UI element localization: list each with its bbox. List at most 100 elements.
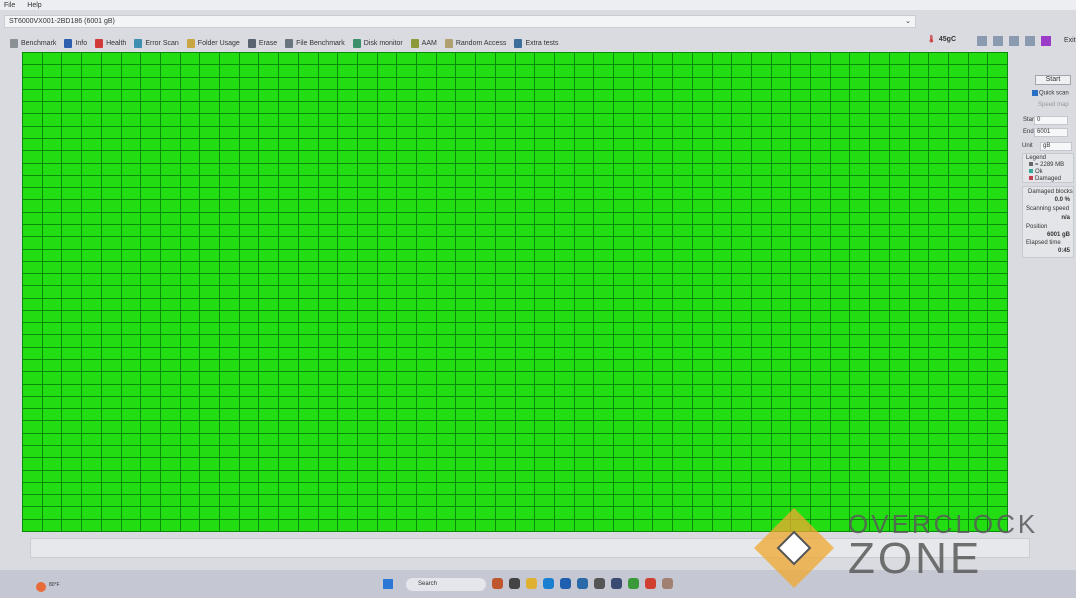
scan-block [751,175,771,188]
tab-error-scan[interactable]: Error Scan [134,39,179,48]
menu-help[interactable]: Help [27,2,41,9]
app-icon[interactable] [492,578,503,589]
weather-icon[interactable] [36,582,46,592]
tab-folder-usage[interactable]: Folder Usage [186,39,240,48]
scan-block [239,323,259,335]
scan-block [751,77,771,89]
scan-block [377,384,397,396]
options-icon[interactable] [1025,36,1035,46]
exit-button[interactable]: Exit [1064,37,1076,44]
scan-block [929,482,948,495]
tab-aam[interactable]: AAM [410,39,437,48]
scan-block [515,212,535,224]
taskbar-search[interactable]: Search [406,578,486,591]
scan-block [673,470,692,482]
windows-start-icon[interactable] [383,579,393,589]
hdtune-icon[interactable] [662,578,673,589]
scan-block [594,458,613,470]
scan-block [23,261,42,274]
file-explorer-icon[interactable] [526,578,537,589]
scan-block [929,470,948,482]
tab-info[interactable]: Info [64,39,87,48]
scan-block [870,163,889,175]
scan-block [62,519,82,531]
unit-select[interactable]: gB [1040,142,1072,151]
scan-block [82,421,101,433]
app-icon[interactable] [611,578,622,589]
scan-block [594,421,613,433]
start-button[interactable]: Start [1035,75,1071,85]
copy-info-icon[interactable] [977,36,987,46]
scan-block [811,433,830,446]
scan-block [318,286,338,298]
scan-block [180,175,200,188]
scan-block [988,433,1007,446]
scan-block [830,433,850,446]
edge-icon[interactable] [543,578,554,589]
scan-block [791,237,810,249]
scan-block [594,433,613,446]
scan-block [574,384,594,396]
scan-block [811,261,830,274]
scan-block [732,126,751,138]
scan-block [377,360,397,372]
scan-block [318,396,338,409]
quick-scan-checkbox[interactable]: Quick scan [1032,90,1069,97]
start-input[interactable]: 0 [1034,116,1068,125]
save-icon[interactable] [1041,36,1051,46]
scan-block [476,470,495,482]
copy-icon[interactable] [993,36,1003,46]
scan-block [417,65,436,77]
scan-block [988,102,1007,114]
scan-block [42,507,62,519]
scan-block [712,53,732,65]
scan-block [673,446,692,458]
scan-block [338,482,357,495]
app-icon[interactable] [577,578,588,589]
tab-erase[interactable]: Erase [247,39,277,48]
scan-block [338,495,357,507]
scan-block [298,274,318,286]
tab-disk-monitor[interactable]: Disk monitor [352,39,403,48]
app-icon[interactable] [628,578,639,589]
scan-block [889,274,909,286]
scan-block [515,470,535,482]
scan-block [850,433,870,446]
scan-block [298,114,318,126]
scan-block [791,421,810,433]
scan-block [988,249,1007,261]
scan-block [751,53,771,65]
scan-block [436,347,456,360]
app-icon[interactable] [594,578,605,589]
scan-block [121,89,141,102]
app-icon[interactable] [560,578,571,589]
scan-block [101,433,121,446]
scan-block [417,421,436,433]
menu-file[interactable]: File [4,2,15,9]
scan-block [554,458,574,470]
speed-map-checkbox[interactable]: Speed map [1038,102,1069,108]
scan-block [732,102,751,114]
tab-file-benchmark[interactable]: File Benchmark [285,39,345,48]
scan-block [850,470,870,482]
scan-block [180,237,200,249]
scan-block [850,163,870,175]
drive-select[interactable]: ST6000VX001-2BD186 (6001 gB) ⌄ [4,15,916,28]
scan-block [633,409,653,421]
tab-extra-tests[interactable]: Extra tests [514,39,559,48]
tab-health[interactable]: Health [95,39,126,48]
screenshot-icon[interactable] [1009,36,1019,46]
scan-block [121,470,141,482]
tab-benchmark[interactable]: Benchmark [10,39,56,48]
scan-block [791,65,810,77]
scan-block [180,224,200,237]
scan-block [870,65,889,77]
chrome-icon[interactable] [645,578,656,589]
tab-random-access[interactable]: Random Access [444,39,506,48]
app-icon[interactable] [509,578,520,589]
scan-block [180,274,200,286]
scan-block [988,65,1007,77]
scan-block [200,200,219,212]
end-input[interactable]: 6001 [1034,128,1068,137]
scan-block [948,360,968,372]
